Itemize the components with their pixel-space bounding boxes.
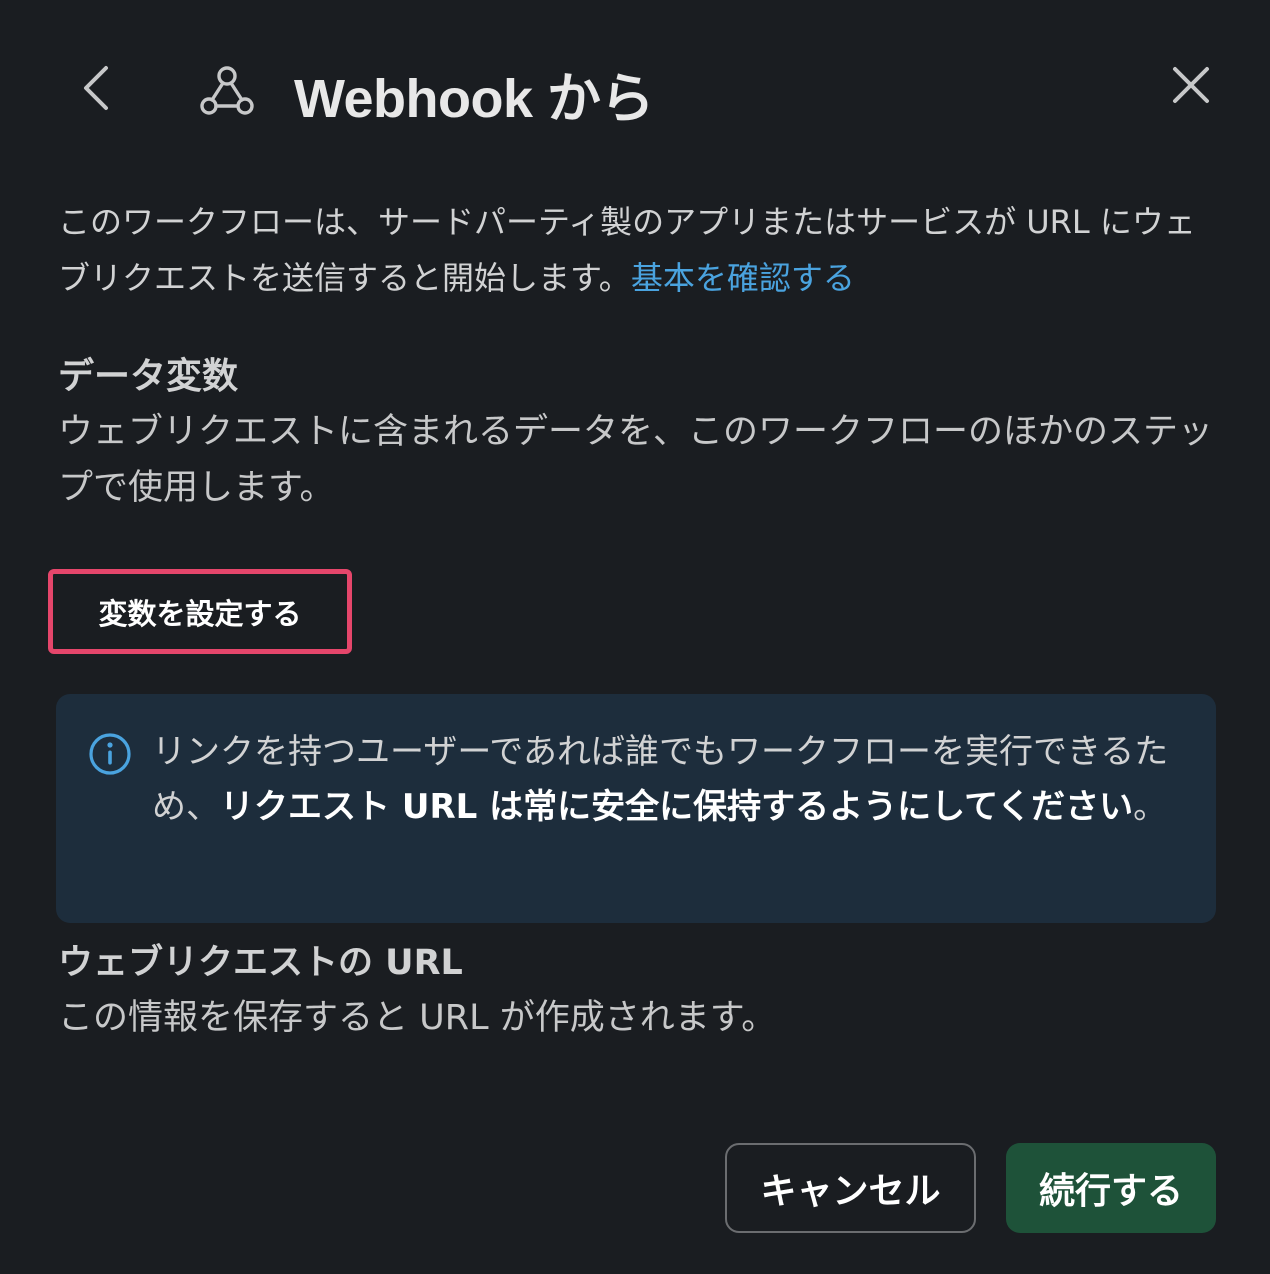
modal-title: Webhook から: [294, 69, 655, 129]
info-text-end: 。: [1133, 787, 1168, 827]
cancel-button[interactable]: キャンセル: [725, 1143, 976, 1233]
continue-button[interactable]: 続行する: [1006, 1143, 1216, 1233]
workflow-description: このワークフローは、サードパーティ製のアプリまたはサービスが URL にウェブリ…: [58, 194, 1218, 306]
data-variables-title: データ変数: [58, 356, 239, 397]
info-text-bold: リクエスト URL は常に安全に保持するようにしてください: [220, 787, 1134, 827]
webhook-url-description: この情報を保存すると URL が作成されます。: [58, 998, 777, 1038]
webhook-url-title: ウェブリクエストの URL: [58, 943, 463, 983]
learn-basics-link[interactable]: 基本を確認する: [631, 259, 855, 297]
set-variables-button[interactable]: 変数を設定する: [48, 569, 352, 654]
info-banner: リンクを持つユーザーであれば誰でもワークフローを実行できるため、リクエスト UR…: [56, 694, 1216, 923]
close-button[interactable]: [1158, 52, 1224, 118]
data-variables-description: ウェブリクエストに含まれるデータを、このワークフローのほかのステップで使用します…: [58, 412, 1214, 508]
back-button[interactable]: [64, 56, 128, 120]
info-icon: [89, 733, 131, 775]
webhook-icon: [200, 66, 254, 115]
close-icon: [1173, 67, 1209, 103]
description-text: このワークフローは、サードパーティ製のアプリまたはサービスが URL にウェブリ…: [58, 203, 1196, 297]
info-banner-text: リンクを持つユーザーであれば誰でもワークフローを実行できるため、リクエスト UR…: [152, 725, 1182, 835]
chevron-left-icon: [84, 66, 108, 110]
modal-header: Webhook から: [0, 0, 1270, 180]
